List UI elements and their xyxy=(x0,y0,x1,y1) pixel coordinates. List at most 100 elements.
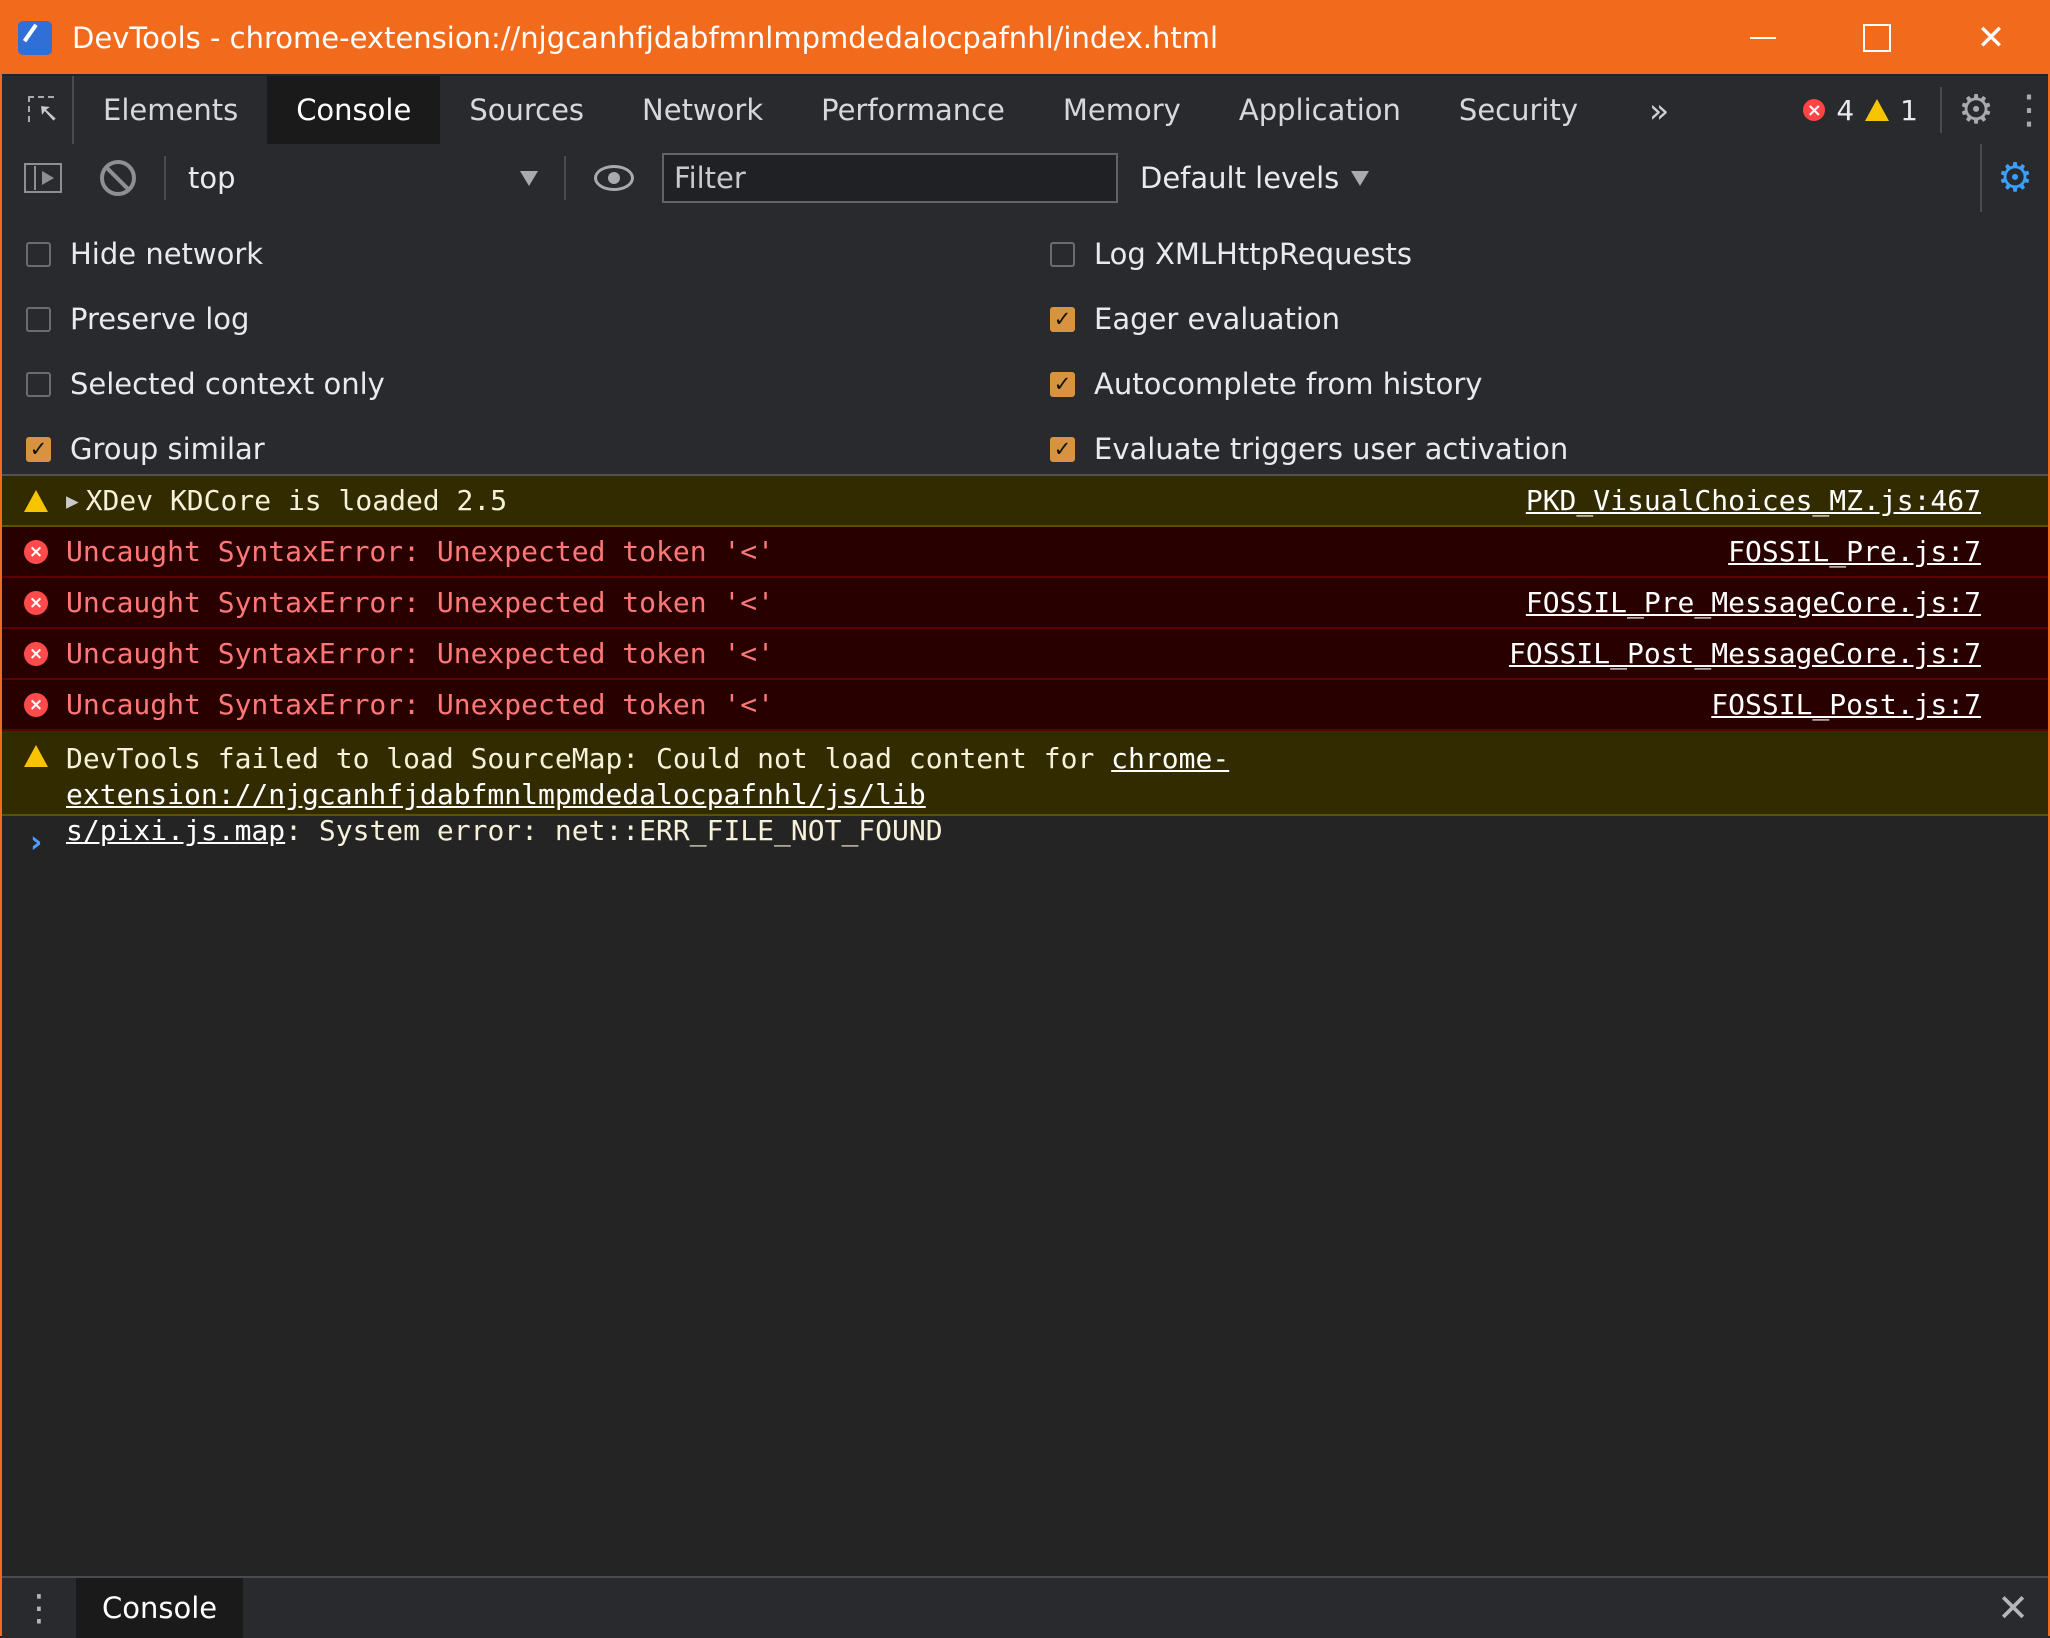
setting-group-similar[interactable]: ✓ Group similar xyxy=(26,421,265,477)
bottom-drawer: ⋮ Console ✕ xyxy=(2,1576,2048,1638)
tab-console[interactable]: Console xyxy=(267,76,441,144)
show-console-sidebar-icon[interactable] xyxy=(24,163,62,193)
maximize-icon xyxy=(1863,24,1891,52)
console-prompt-caret-icon[interactable]: › xyxy=(30,825,42,860)
sourcemap-url-link-continuation[interactable]: s/pixi.js.map xyxy=(66,814,285,847)
message-text: Uncaught SyntaxError: Unexpected token '… xyxy=(66,637,775,670)
warning-icon xyxy=(24,745,48,767)
tab-security[interactable]: Security xyxy=(1430,76,1607,144)
message-source-link[interactable]: FOSSIL_Pre_MessageCore.js:7 xyxy=(1526,586,1981,619)
log-xmlhttprequests-checkbox[interactable] xyxy=(1050,241,1075,267)
setting-label: Autocomplete from history xyxy=(1094,367,1483,401)
tab-application[interactable]: Application xyxy=(1210,76,1430,144)
console-message-error[interactable]: × Uncaught SyntaxError: Unexpected token… xyxy=(2,527,2048,578)
message-text: Uncaught SyntaxError: Unexpected token '… xyxy=(66,586,775,619)
sourcemap-warning-line-1: DevTools failed to load SourceMap: Could… xyxy=(66,741,2048,813)
message-text: Uncaught SyntaxError: Unexpected token '… xyxy=(66,688,775,721)
message-source-link[interactable]: PKD_VisualChoices_MZ.js:467 xyxy=(1526,484,1981,517)
devtools-main-toolbar: Elements Console Sources Network Perform… xyxy=(2,76,2049,146)
setting-label: Selected context only xyxy=(70,367,385,401)
setting-label: Preserve log xyxy=(70,302,250,336)
console-message-error[interactable]: × Uncaught SyntaxError: Unexpected token… xyxy=(2,680,2048,731)
console-settings-gear-icon[interactable]: ⚙ xyxy=(1980,144,2048,212)
error-icon: × xyxy=(24,641,48,666)
setting-label: Eager evaluation xyxy=(1094,302,1341,336)
console-toolbar: top Default levels ⚙ xyxy=(2,144,2048,214)
clear-console-icon[interactable] xyxy=(100,160,136,196)
error-icon: × xyxy=(24,590,48,615)
setting-log-xmlhttprequests[interactable]: Log XMLHttpRequests xyxy=(1050,226,1412,282)
tab-network[interactable]: Network xyxy=(613,76,792,144)
autocomplete-from-history-checkbox[interactable]: ✓ xyxy=(1050,371,1075,397)
devtools-window: DevTools - chrome-extension://njgcanhfjd… xyxy=(0,0,2050,1638)
title-bar: DevTools - chrome-extension://njgcanhfjd… xyxy=(2,2,2048,74)
execution-context-selector[interactable]: top xyxy=(166,161,564,195)
console-message-error[interactable]: × Uncaught SyntaxError: Unexpected token… xyxy=(2,578,2048,629)
devtools-settings-gear-icon[interactable]: ⚙ xyxy=(1942,76,2010,144)
error-icon: × xyxy=(24,692,48,717)
sourcemap-warning-prefix: DevTools failed to load SourceMap: Could… xyxy=(66,742,1112,775)
error-count: 4 xyxy=(1836,93,1855,127)
console-filter-input[interactable] xyxy=(662,153,1118,203)
levels-dropdown-icon xyxy=(1351,170,1370,186)
preserve-log-checkbox[interactable] xyxy=(26,306,51,332)
group-similar-checkbox[interactable]: ✓ xyxy=(26,436,51,462)
message-source-link[interactable]: FOSSIL_Post_MessageCore.js:7 xyxy=(1509,637,1981,670)
log-levels-dropdown[interactable]: Default levels xyxy=(1140,161,1370,195)
hide-network-checkbox[interactable] xyxy=(26,241,51,267)
tab-elements[interactable]: Elements xyxy=(74,76,267,144)
selected-context-only-checkbox[interactable] xyxy=(26,371,51,397)
setting-label: Evaluate triggers user activation xyxy=(1094,432,1569,466)
tab-performance[interactable]: Performance xyxy=(792,76,1034,144)
console-message-warning[interactable]: ▶ XDev KDCore is loaded 2.5 PKD_VisualCh… xyxy=(2,476,2048,527)
execution-context-value: top xyxy=(188,161,236,195)
tab-memory[interactable]: Memory xyxy=(1034,76,1210,144)
message-text: XDev KDCore is loaded 2.5 xyxy=(85,484,508,517)
console-message-error[interactable]: × Uncaught SyntaxError: Unexpected token… xyxy=(2,629,2048,680)
setting-evaluate-triggers-user-activation[interactable]: ✓ Evaluate triggers user activation xyxy=(1050,421,1568,477)
setting-eager-evaluation[interactable]: ✓ Eager evaluation xyxy=(1050,291,1340,347)
log-levels-label: Default levels xyxy=(1140,161,1340,195)
devtools-app-icon xyxy=(18,21,52,55)
sourcemap-warning-suffix: : System error: net::ERR_FILE_NOT_FOUND xyxy=(285,814,943,847)
drawer-menu-kebab-icon[interactable]: ⋮ xyxy=(2,1578,76,1638)
close-window-button[interactable]: ✕ xyxy=(1934,2,2048,74)
error-icon: × xyxy=(24,539,48,564)
minimize-button[interactable] xyxy=(1706,2,1820,74)
drawer-tab-console[interactable]: Console xyxy=(76,1578,244,1638)
eager-evaluation-checkbox[interactable]: ✓ xyxy=(1050,306,1075,332)
tab-sources[interactable]: Sources xyxy=(440,76,613,144)
console-settings-panel: Hide network Preserve log Selected conte… xyxy=(2,212,2048,476)
setting-label: Hide network xyxy=(70,237,264,271)
sourcemap-warning-body: DevTools failed to load SourceMap: Could… xyxy=(66,731,2048,849)
warning-count: 1 xyxy=(1900,93,1918,127)
setting-selected-context-only[interactable]: Selected context only xyxy=(26,356,385,412)
evaluate-triggers-user-activation-checkbox[interactable]: ✓ xyxy=(1050,436,1075,462)
close-drawer-icon[interactable]: ✕ xyxy=(1978,1578,2048,1638)
window-title: DevTools - chrome-extension://njgcanhfjd… xyxy=(72,21,1219,55)
maximize-button[interactable] xyxy=(1820,2,1934,74)
warning-count-icon xyxy=(1865,99,1890,121)
expand-arrow-icon[interactable]: ▶ xyxy=(66,489,79,513)
more-tabs-chevron-icon[interactable]: » xyxy=(1649,91,1669,130)
setting-label: Log XMLHttpRequests xyxy=(1094,237,1412,271)
inspect-element-icon[interactable] xyxy=(2,76,74,144)
warning-icon xyxy=(24,489,48,512)
issues-counter[interactable]: × 4 1 xyxy=(1803,87,1942,133)
context-dropdown-icon xyxy=(520,170,538,186)
sourcemap-warning-line-2: s/pixi.js.map: System error: net::ERR_FI… xyxy=(66,813,2048,849)
toolbar-divider xyxy=(564,156,566,200)
console-messages: ▶ XDev KDCore is loaded 2.5 PKD_VisualCh… xyxy=(2,476,2048,847)
setting-preserve-log[interactable]: Preserve log xyxy=(26,291,249,347)
setting-hide-network[interactable]: Hide network xyxy=(26,226,263,282)
message-text: Uncaught SyntaxError: Unexpected token '… xyxy=(66,535,775,568)
customize-menu-kebab-icon[interactable]: ⋮ xyxy=(2009,76,2049,144)
message-source-link[interactable]: FOSSIL_Post.js:7 xyxy=(1711,688,1981,721)
setting-label: Group similar xyxy=(70,432,265,466)
console-message-sourcemap-warning[interactable]: DevTools failed to load SourceMap: Could… xyxy=(2,731,2048,847)
setting-autocomplete-from-history[interactable]: ✓ Autocomplete from history xyxy=(1050,356,1482,412)
live-expression-eye-icon[interactable] xyxy=(594,165,634,191)
message-source-link[interactable]: FOSSIL_Pre.js:7 xyxy=(1728,535,1981,568)
minimize-icon xyxy=(1750,37,1776,39)
window-controls: ✕ xyxy=(1706,2,2048,74)
